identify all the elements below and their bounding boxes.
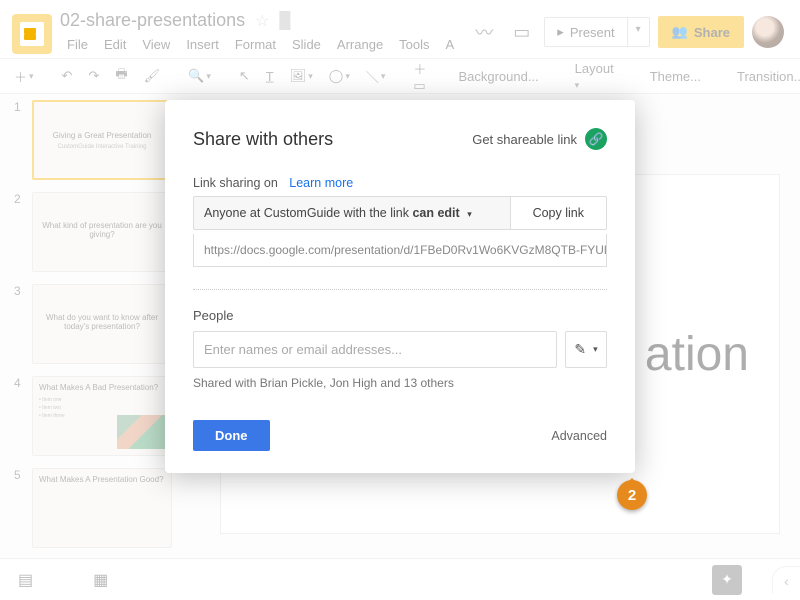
get-shareable-link[interactable]: Get shareable link 🔗 — [472, 128, 607, 150]
people-input[interactable] — [193, 331, 557, 368]
advanced-link[interactable]: Advanced — [551, 429, 607, 443]
dialog-header: Share with others Get shareable link 🔗 — [193, 128, 607, 150]
done-button[interactable]: Done — [193, 420, 270, 451]
people-row: ✎ ▾ — [193, 331, 607, 368]
permission-dropdown[interactable]: Anyone at CustomGuide with the link can … — [194, 197, 510, 229]
link-sharing-row: Link sharing on Learn more — [193, 176, 607, 190]
annotation-callout-2: 2 — [617, 480, 647, 510]
divider — [193, 289, 607, 290]
permission-prefix: Anyone at CustomGuide with the link — [204, 206, 412, 220]
dialog-title: Share with others — [193, 129, 333, 150]
share-dialog: Share with others Get shareable link 🔗 L… — [165, 100, 635, 473]
pencil-icon: ✎ — [574, 341, 586, 358]
permission-pencil-button[interactable]: ✎ ▾ — [565, 331, 607, 368]
share-url-field[interactable]: https://docs.google.com/presentation/d/1… — [193, 234, 607, 267]
shared-with-text: Shared with Brian Pickle, Jon High and 1… — [193, 376, 607, 390]
learn-more-link[interactable]: Learn more — [289, 176, 353, 190]
link-icon: 🔗 — [585, 128, 607, 150]
chevron-down-icon: ▾ — [467, 209, 472, 219]
modal-overlay: Share with others Get shareable link 🔗 L… — [0, 0, 800, 600]
chevron-down-icon: ▾ — [593, 344, 598, 355]
people-label: People — [193, 308, 607, 323]
permission-box: Anyone at CustomGuide with the link can … — [193, 196, 607, 230]
callout-number: 2 — [628, 487, 636, 504]
dialog-footer: Done Advanced — [193, 420, 607, 451]
copy-link-button[interactable]: Copy link — [510, 197, 606, 229]
link-sharing-status: Link sharing on — [193, 176, 278, 190]
permission-level: can edit — [412, 206, 459, 220]
shareable-link-label: Get shareable link — [472, 132, 577, 147]
